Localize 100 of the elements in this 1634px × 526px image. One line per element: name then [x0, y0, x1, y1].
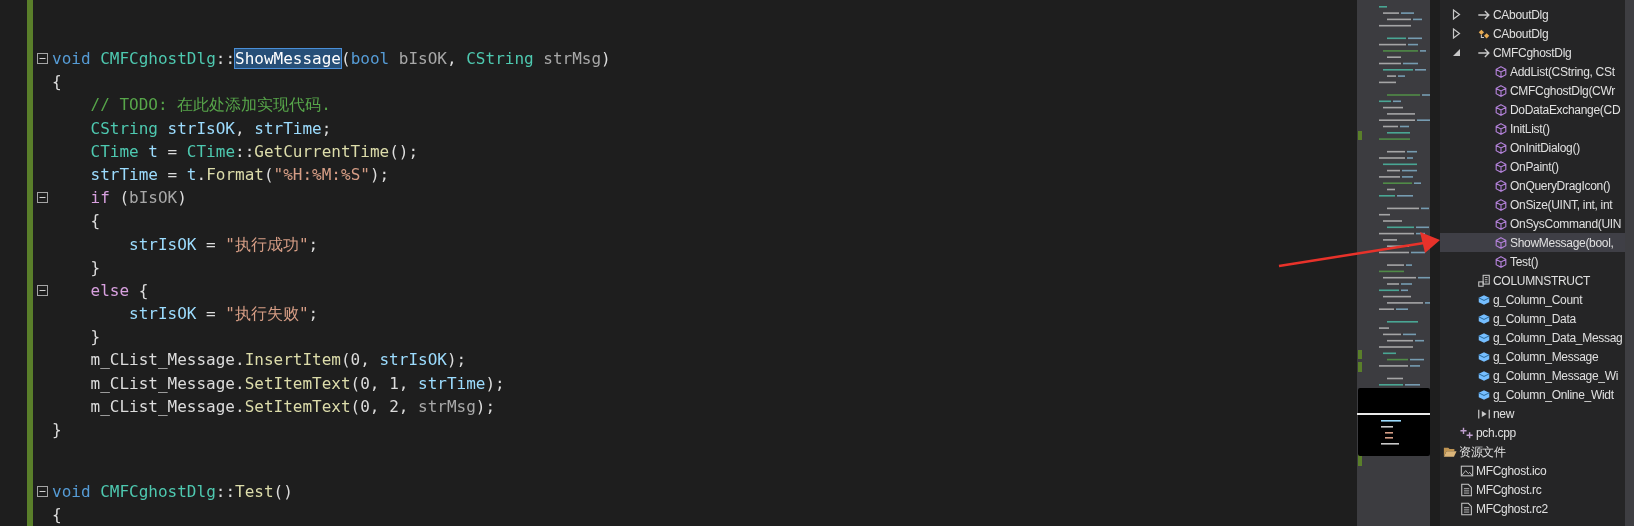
tree-item[interactable]: g_Column_Count	[1440, 290, 1625, 309]
tree-item-label: g_Column_Message_Wi	[1493, 367, 1619, 385]
tree-item-label: g_Column_Data_Messag	[1493, 329, 1623, 347]
tree-item[interactable]: pch.cpp	[1440, 423, 1625, 442]
tree-item-label: g_Column_Online_Widt	[1493, 386, 1614, 404]
tree-item-label: g_Column_Count	[1493, 291, 1583, 309]
plus-icon	[1460, 425, 1474, 440]
code-line: }	[51, 419, 62, 441]
code-line: else {	[89, 279, 149, 302]
collapse-icon[interactable]	[37, 284, 48, 296]
cube-icon	[1477, 368, 1491, 383]
code-line: {	[89, 210, 101, 233]
cube-icon	[1494, 102, 1508, 117]
tree-item-label: g_Column_Data	[1493, 310, 1576, 328]
cube-icon	[1494, 178, 1508, 193]
tree-item[interactable]: g_Column_Message_Wi	[1440, 366, 1625, 385]
cube-icon	[1477, 349, 1491, 364]
tree-item-label: OnInitDialog()	[1510, 139, 1580, 157]
cube-icon	[1494, 121, 1508, 136]
tree-item[interactable]: OnSysCommand(UIN	[1440, 214, 1625, 233]
tree-item[interactable]: g_Column_Message	[1440, 347, 1625, 366]
tree-item-label: InitList()	[1510, 120, 1550, 138]
cube-icon	[1494, 83, 1508, 98]
tree-item-label: OnQueryDragIcon()	[1510, 177, 1611, 195]
code-line: {	[51, 503, 62, 526]
cube-icon	[1494, 140, 1508, 155]
code-line: }	[89, 256, 101, 279]
cube-icon	[1477, 292, 1491, 307]
tree-item[interactable]: CAboutDlg	[1440, 5, 1625, 24]
tree-item[interactable]: 资源文件	[1440, 442, 1625, 461]
code-line: m_CList_Message.SetItemText(0, 2, strMsg);	[89, 395, 496, 418]
collapse-icon[interactable]	[37, 485, 48, 497]
tree-item-label: pch.cpp	[1476, 424, 1516, 442]
cube-icon	[1494, 254, 1508, 269]
cube-icon	[1494, 235, 1508, 250]
code-line: strTime = t.Format("%H:%M:%S");	[89, 163, 390, 186]
tree-item-label: CMFCghostDlg(CWr	[1510, 82, 1615, 100]
code-line: strIsOK = "执行失败";	[128, 303, 319, 326]
cube-icon	[1494, 64, 1508, 79]
tree-item[interactable]: CMFCghostDlg	[1440, 43, 1625, 62]
expanded-icon[interactable]	[1452, 48, 1461, 57]
code-line: CTime t = CTime::GetCurrentTime();	[89, 140, 419, 163]
cube-icon	[1494, 159, 1508, 174]
tree-item[interactable]: OnPaint()	[1440, 157, 1625, 176]
tree-item-label: OnSysCommand(UIN	[1510, 215, 1622, 233]
tree-item[interactable]: Test()	[1440, 252, 1625, 271]
code-line: // TODO: 在此处添加实现代码.	[89, 94, 331, 117]
tree-item[interactable]: DoDataExchange(CD	[1440, 100, 1625, 119]
cube-icon	[1477, 330, 1491, 345]
tree-item-label: CMFCghostDlg	[1493, 44, 1572, 62]
minimap-drawing[interactable]	[1357, 0, 1430, 526]
cube-icon	[1494, 197, 1508, 212]
collapsed-icon[interactable]	[1452, 9, 1461, 20]
tree-item[interactable]: CAboutDlg	[1440, 24, 1625, 43]
image-icon	[1460, 463, 1474, 478]
tree-item[interactable]: OnQueryDragIcon()	[1440, 176, 1625, 195]
document-icon	[1460, 482, 1474, 497]
tree-item-label: DoDataExchange(CD	[1510, 101, 1621, 119]
code-line: CString strIsOK, strTime;	[89, 117, 332, 140]
collapse-icon[interactable]	[37, 53, 48, 65]
collapse-icon[interactable]	[37, 192, 48, 204]
tree-item-label: OnSize(UINT, int, int	[1510, 196, 1613, 214]
tree-item[interactable]: MFCghost.ico	[1440, 461, 1625, 480]
tree-item-label: OnPaint()	[1510, 158, 1559, 176]
tree-item[interactable]: InitList()	[1440, 119, 1625, 138]
tree-item[interactable]: MFCghost.rc2	[1440, 499, 1625, 518]
tree-item[interactable]: g_Column_Data_Messag	[1440, 328, 1625, 347]
code-line: m_CList_Message.InsertItem(0, strIsOK);	[89, 349, 467, 372]
code-line: void CMFCghostDlg::ShowMessage(bool bIsOK, CString strMsg)	[51, 48, 611, 70]
tree-item[interactable]: CMFCghostDlg(CWr	[1440, 81, 1625, 100]
tree-item[interactable]: g_Column_Online_Widt	[1440, 385, 1625, 404]
tree-item[interactable]: new	[1440, 404, 1625, 423]
tree-item[interactable]: OnSize(UINT, int, int	[1440, 195, 1625, 214]
tree-item-label: 资源文件	[1459, 443, 1506, 461]
tree-item-label: COLUMNSTRUCT	[1493, 272, 1591, 290]
tree-item-label: ShowMessage(bool,	[1510, 234, 1614, 252]
tree-item[interactable]: OnInitDialog()	[1440, 138, 1625, 157]
cube-icon	[1494, 216, 1508, 231]
tree-item[interactable]: COLUMNSTRUCT	[1440, 271, 1625, 290]
code-line: if (bIsOK)	[89, 187, 187, 210]
scrollbar[interactable]	[1625, 0, 1634, 526]
tree-item-label: AddList(CString, CSt	[1510, 63, 1615, 81]
tree-item-label: MFCghost.rc	[1476, 481, 1542, 499]
cube-icon	[1477, 311, 1491, 326]
document-icon	[1460, 501, 1474, 516]
tree-item-label: MFCghost.ico	[1476, 462, 1547, 480]
code-line: m_CList_Message.SetItemText(0, 1, strTime);	[89, 372, 505, 395]
code-line: void CMFCghostDlg::Test()	[51, 480, 293, 503]
tree-item[interactable]: MFCghost.rc	[1440, 480, 1625, 499]
tree-item-label: CAboutDlg	[1493, 25, 1549, 43]
collapsed-icon[interactable]	[1452, 28, 1461, 39]
tree-item[interactable]: ShowMessage(bool,	[1440, 233, 1625, 252]
code-line: strIsOK = "执行成功";	[128, 233, 319, 256]
tree-item-label: Test()	[1510, 253, 1539, 271]
cube-icon	[1477, 387, 1491, 402]
tree-item[interactable]: AddList(CString, CSt	[1440, 62, 1625, 81]
tree-item[interactable]: g_Column_Data	[1440, 309, 1625, 328]
tree-item-label: g_Column_Message	[1493, 348, 1599, 366]
code-line: {	[51, 71, 62, 94]
tree-item-label: new	[1493, 405, 1515, 423]
